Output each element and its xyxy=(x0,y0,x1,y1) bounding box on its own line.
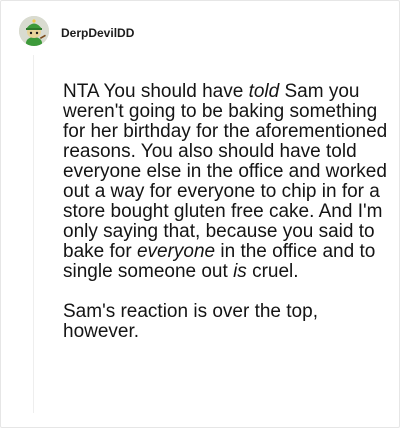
comment-text-span: Sam you weren't going to be baking somet… xyxy=(63,81,388,262)
comment-author[interactable]: DerpDevilDD xyxy=(61,26,134,40)
comment-paragraph-1: NTA You should have told Sam you weren't… xyxy=(63,82,389,282)
comment-emphasis: told xyxy=(248,81,280,102)
snoo-avatar-icon[interactable] xyxy=(19,16,49,46)
comment-card: DerpDevilDD NTA You should have told Sam… xyxy=(0,0,400,428)
comment-text-span: cruel. xyxy=(246,261,299,282)
thread-collapse-line[interactable] xyxy=(33,55,34,413)
comment-text-span: NTA You should have xyxy=(63,81,249,102)
comment-emphasis: is xyxy=(233,261,247,282)
comment-emphasis: everyone xyxy=(136,241,216,262)
comment-paragraph-2: Sam's reaction is over the top, however. xyxy=(63,301,318,342)
comment-body: NTA You should have told Sam you weren't… xyxy=(63,82,389,342)
